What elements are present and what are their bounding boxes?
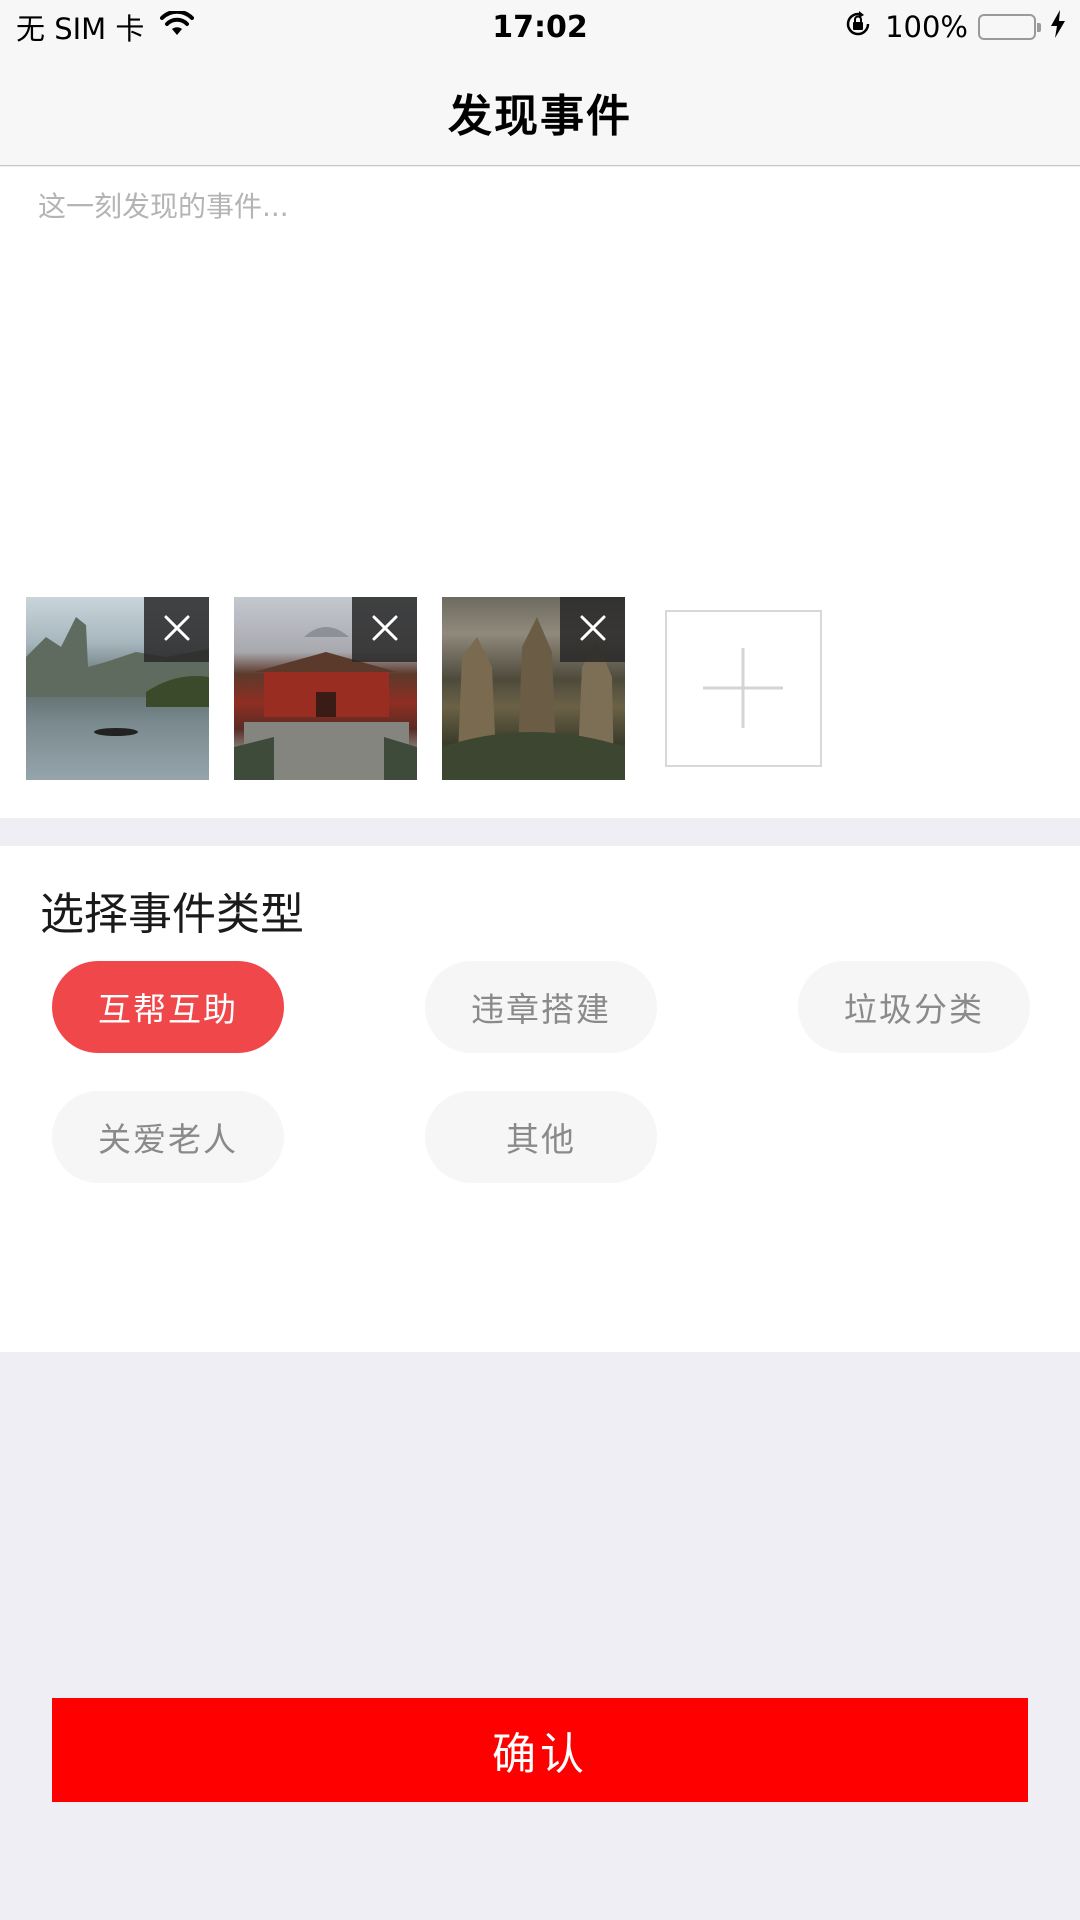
delete-photo-button[interactable]: [352, 597, 417, 662]
close-icon: [370, 613, 400, 647]
delete-photo-button[interactable]: [144, 597, 209, 662]
battery-percent: 100%: [885, 10, 968, 44]
orientation-lock-icon: [843, 9, 873, 46]
charging-bolt-icon: [1050, 9, 1066, 45]
event-type-heading: 选择事件类型: [40, 889, 304, 940]
event-type-chip-garbage-sorting[interactable]: 垃圾分类: [798, 961, 1030, 1053]
photo-thumbnail-1[interactable]: [26, 597, 209, 780]
plus-icon: [667, 648, 820, 769]
photo-thumbnail-3[interactable]: [442, 597, 625, 780]
event-type-chip-other[interactable]: 其他: [425, 1091, 657, 1183]
photo-thumbnail-2[interactable]: [234, 597, 417, 780]
event-description-input[interactable]: [38, 185, 1038, 565]
status-bar: 无 SIM 卡 17:02 100%: [0, 0, 1080, 54]
status-right: 100%: [843, 9, 1066, 46]
event-type-section: 选择事件类型 互帮互助 违章搭建 垃圾分类 关爱老人 其他: [0, 846, 1080, 1352]
close-icon: [162, 613, 192, 647]
confirm-button[interactable]: 确认: [52, 1698, 1028, 1802]
event-type-chip-mutual-help[interactable]: 互帮互助: [52, 961, 284, 1053]
compose-section: [0, 167, 1080, 818]
add-photo-button[interactable]: [665, 610, 822, 767]
delete-photo-button[interactable]: [560, 597, 625, 662]
close-icon: [578, 613, 608, 647]
event-type-chip-illegal-construction[interactable]: 违章搭建: [425, 961, 657, 1053]
battery-icon: [978, 14, 1041, 40]
navigation-bar: 发现事件: [0, 54, 1080, 166]
page-title: 发现事件: [448, 91, 632, 142]
event-type-chip-elderly-care[interactable]: 关爱老人: [52, 1091, 284, 1183]
